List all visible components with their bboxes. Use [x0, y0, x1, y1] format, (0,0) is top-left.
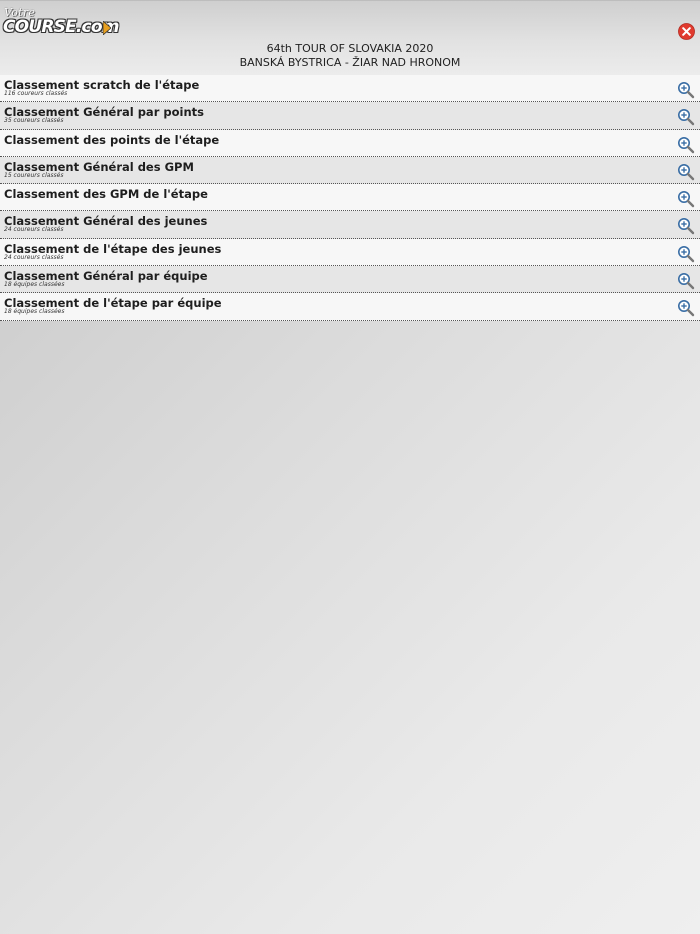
close-icon[interactable] — [678, 23, 695, 40]
ranking-row[interactable]: Classement Général par points 35 coureur… — [0, 102, 700, 130]
ranking-row[interactable]: Classement scratch de l'étape 116 coureu… — [0, 75, 700, 103]
ranking-count: 18 équipes classées — [4, 281, 65, 289]
rankings-list: Classement scratch de l'étape 116 coureu… — [0, 75, 700, 321]
race-title: 64th TOUR OF SLOVAKIA 2020 — [266, 42, 434, 55]
ranking-title: Classement des GPM de l'étape — [4, 187, 208, 202]
ranking-count: 35 coureurs classés — [4, 117, 64, 125]
logo-main-text: COURSE.com — [3, 17, 119, 37]
header-bar: Votre COURSE.com 64th TOUR OF SLOVAKIA 2… — [0, 0, 700, 75]
ranking-row[interactable]: Classement des GPM de l'étape — [0, 184, 700, 212]
zoom-in-icon[interactable] — [677, 272, 695, 290]
zoom-in-icon[interactable] — [677, 136, 695, 154]
ranking-row[interactable]: Classement Général par équipe 18 équipes… — [0, 266, 700, 294]
zoom-in-icon[interactable] — [677, 190, 695, 208]
ranking-row[interactable]: Classement Général des jeunes 24 coureur… — [0, 211, 700, 239]
ranking-row[interactable]: Classement de l'étape des jeunes 24 cour… — [0, 238, 700, 267]
zoom-in-icon[interactable] — [677, 163, 695, 181]
zoom-in-icon[interactable] — [677, 299, 695, 317]
ranking-count: 116 coureurs classés — [4, 90, 68, 97]
zoom-in-icon[interactable] — [677, 217, 695, 235]
ranking-count: 15 coureurs classés — [4, 171, 64, 179]
ranking-count: 24 coureurs classés — [4, 253, 64, 261]
ranking-title: Classement des points de l'étape — [4, 132, 220, 147]
ranking-row[interactable]: Classement de l'étape par équipe 18 équi… — [0, 293, 700, 321]
race-title-block: 64th TOUR OF SLOVAKIA 2020 BANSKÁ BYSTRI… — [0, 42, 700, 70]
ranking-row[interactable]: Classement des points de l'étape — [0, 129, 700, 157]
zoom-in-icon[interactable] — [677, 108, 695, 126]
ranking-count: 24 coureurs classés — [4, 226, 64, 234]
zoom-in-icon[interactable] — [677, 81, 695, 99]
stage-title: BANSKÁ BYSTRICA - ŽIAR NAD HRONOM — [239, 56, 461, 69]
zoom-in-icon[interactable] — [677, 245, 695, 263]
logo-arrow-icon — [103, 21, 111, 35]
ranking-count: 18 équipes classées — [4, 308, 65, 316]
votrecourse-logo[interactable]: Votre COURSE.com — [3, 6, 119, 40]
ranking-row[interactable]: Classement Général des GPM 15 coureurs c… — [0, 156, 700, 185]
